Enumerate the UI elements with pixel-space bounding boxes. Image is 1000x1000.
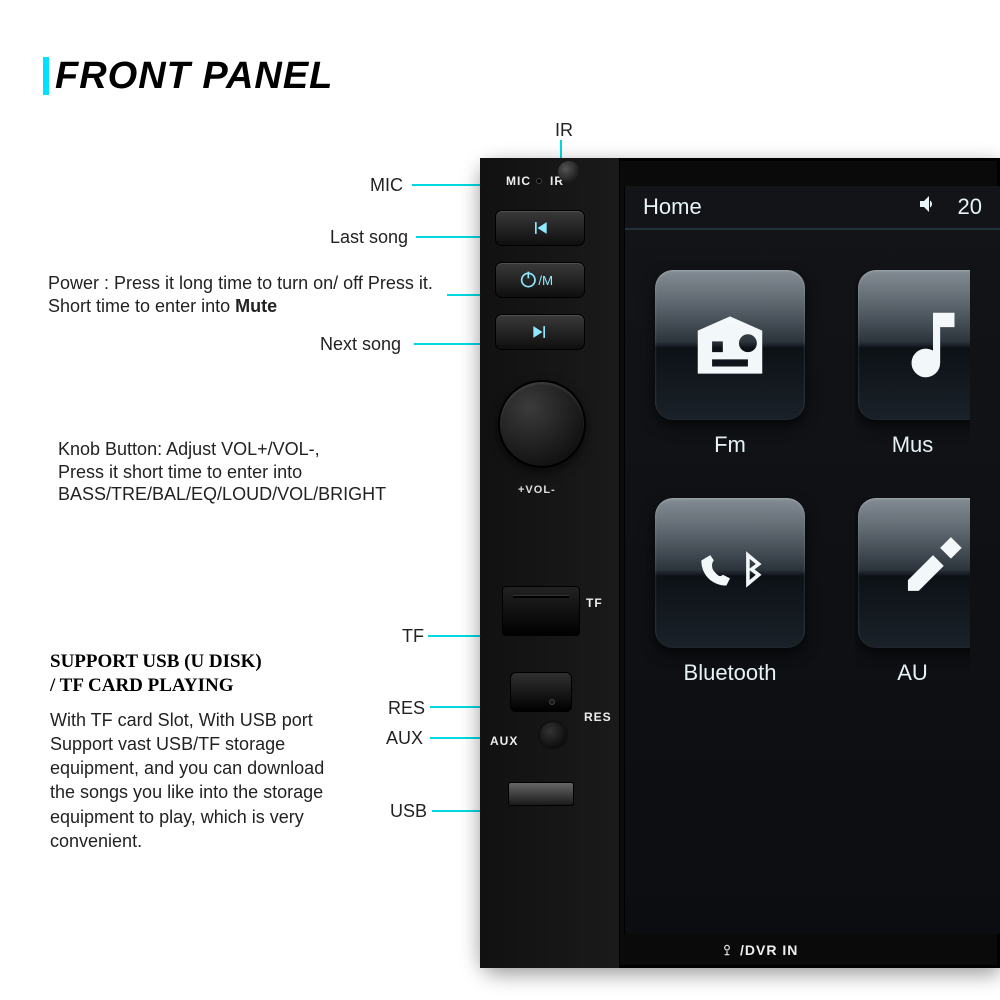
callout-next-song: Next song [320, 333, 401, 356]
tile-fm[interactable]: Fm [655, 270, 805, 458]
mic-small-icon [720, 943, 734, 957]
leader-line [416, 236, 490, 238]
volume-knob[interactable] [498, 380, 586, 468]
ir-sensor-icon [558, 161, 580, 183]
tile-aux[interactable]: AU [855, 498, 970, 686]
callout-mic: MIC [370, 174, 403, 197]
callout-tf: TF [402, 625, 424, 648]
leader-line [412, 184, 490, 186]
text: /DVR IN [740, 942, 798, 958]
page-title: FRONT PANEL [55, 55, 333, 98]
leader-line [414, 343, 490, 345]
skip-next-icon [523, 322, 557, 342]
mic-hole-icon [536, 178, 542, 184]
tile-music[interactable]: Mus [855, 270, 970, 458]
text: Power : Press it long time to turn on/ o… [48, 273, 433, 293]
text: Press it short time to enter into [58, 462, 302, 482]
reset-pinhole-icon [549, 699, 555, 705]
usb-port[interactable] [508, 782, 574, 806]
text: BASS/TRE/BAL/EQ/LOUD/VOL/BRIGHT [58, 484, 386, 504]
phone-bt-icon [687, 530, 773, 616]
svg-text:/M: /M [538, 273, 553, 288]
vol-label: +VOL- [518, 484, 556, 496]
touch-screen[interactable]: Home 20 Fm Mus Bluetooth [624, 186, 1000, 934]
text: Knob Button: Adjust VOL+/VOL-, [58, 439, 320, 459]
text: SUPPORT USB (U DISK) [50, 651, 262, 672]
skip-prev-icon [523, 218, 557, 238]
app-grid: Fm Mus Bluetooth AU [625, 230, 1000, 726]
text-mute: Mute [235, 296, 277, 316]
home-label: Home [643, 194, 898, 220]
tile-label: AU [897, 660, 928, 686]
callout-res: RES [388, 697, 425, 720]
prev-track-button[interactable] [495, 210, 585, 246]
speaker-icon [916, 192, 940, 222]
support-body: With TF card Slot, With USB port Support… [50, 708, 350, 854]
aux-cable-icon [890, 530, 971, 616]
text: / TF CARD PLAYING [50, 675, 234, 696]
device-res-label: RES [584, 710, 612, 724]
device-front-panel: MIC IR /M +VOL- TF RES AUX Home [480, 158, 1000, 968]
slot-line-icon [513, 595, 569, 598]
device-aux-label: AUX [490, 734, 518, 748]
callout-knob: Knob Button: Adjust VOL+/VOL-, Press it … [58, 438, 386, 506]
volume-value: 20 [958, 194, 982, 220]
aux-jack[interactable] [538, 720, 568, 750]
tile-label: Fm [714, 432, 746, 458]
callout-usb: USB [390, 800, 427, 823]
support-heading: SUPPORT USB (U DISK) / TF CARD PLAYING [50, 650, 350, 698]
callout-power: Power : Press it long time to turn on/ o… [48, 272, 433, 317]
status-bar: Home 20 [625, 186, 1000, 230]
support-section: SUPPORT USB (U DISK) / TF CARD PLAYING W… [50, 650, 350, 853]
device-tf-label: TF [586, 596, 603, 610]
tile-bluetooth[interactable]: Bluetooth [655, 498, 805, 686]
power-m-icon: /M [511, 270, 569, 290]
music-note-icon [890, 302, 971, 388]
ir-top-label: IR [555, 120, 573, 141]
tf-card-slot[interactable] [502, 586, 580, 636]
side-bezel: MIC IR /M +VOL- TF RES AUX [480, 158, 620, 968]
dvr-in-label: /DVR IN [720, 942, 798, 958]
text: Short time to enter into [48, 296, 235, 316]
radio-icon [687, 302, 773, 388]
reset-button[interactable] [510, 672, 572, 712]
callout-aux: AUX [386, 727, 423, 750]
next-track-button[interactable] [495, 314, 585, 350]
tile-label: Bluetooth [684, 660, 777, 686]
tile-label: Mus [892, 432, 934, 458]
power-mode-button[interactable]: /M [495, 262, 585, 298]
callout-last-song: Last song [330, 226, 408, 249]
device-mic-label: MIC [506, 174, 531, 188]
